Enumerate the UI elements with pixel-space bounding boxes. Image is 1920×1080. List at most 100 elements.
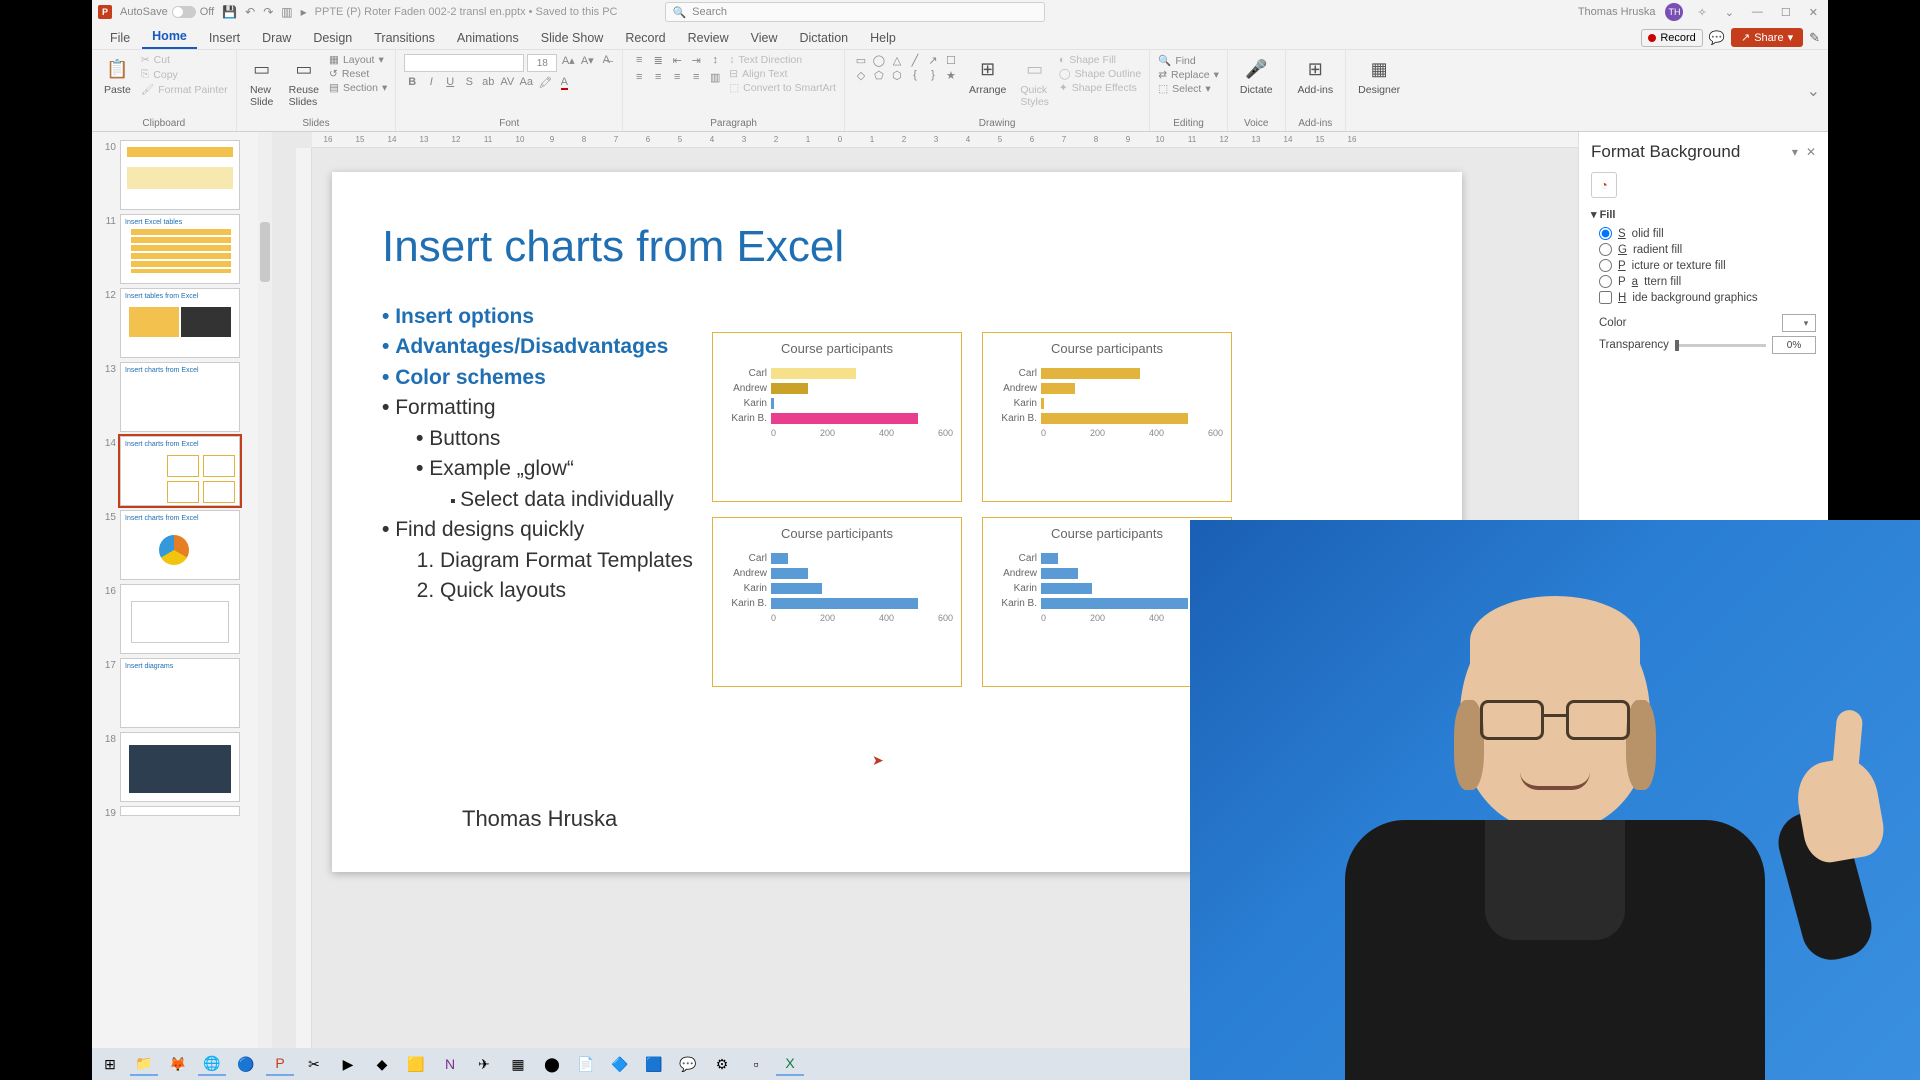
thumbnail-18[interactable] xyxy=(120,732,240,802)
thumbnail-10[interactable] xyxy=(120,140,240,210)
align-left-button[interactable]: ≡ xyxy=(631,71,647,84)
picture-fill-radio[interactable]: Picture or texture fill xyxy=(1599,259,1816,272)
coming-soon-icon[interactable]: ✧ xyxy=(1693,6,1710,19)
thumbnail-11[interactable]: Insert Excel tables xyxy=(120,214,240,284)
decrease-font-icon[interactable]: A▾ xyxy=(579,54,595,72)
justify-button[interactable]: ≡ xyxy=(688,71,704,84)
numbering-button[interactable]: ≣ xyxy=(650,54,666,67)
shapes-gallery[interactable]: ▭◯△╱↗☐ ◇⬠⬡{}★ xyxy=(853,54,959,82)
tab-transitions[interactable]: Transitions xyxy=(364,27,445,49)
dictate-button[interactable]: 🎤Dictate xyxy=(1236,54,1277,98)
highlight-button[interactable]: 🖍 xyxy=(537,76,553,89)
thumbnail-15[interactable]: Insert charts from Excel xyxy=(120,510,240,580)
indent-dec-button[interactable]: ⇤ xyxy=(669,54,685,67)
taskbar-app7-icon[interactable]: ▫ xyxy=(742,1052,770,1076)
clear-format-icon[interactable]: A̶ xyxy=(598,54,614,72)
text-direction-button[interactable]: ↕ Text Direction xyxy=(729,54,836,66)
thumbnail-scrollbar[interactable] xyxy=(258,132,272,1058)
autosave-toggle[interactable]: AutoSave Off xyxy=(120,6,214,18)
mode-icon[interactable]: ✎ xyxy=(1809,30,1820,46)
panel-close-icon[interactable]: ✕ xyxy=(1806,145,1816,159)
smartart-button[interactable]: ⬚ Convert to SmartArt xyxy=(729,82,836,94)
transparency-value[interactable]: 0% xyxy=(1772,336,1816,354)
taskbar-app1-icon[interactable]: ◆ xyxy=(368,1052,396,1076)
gradient-fill-radio[interactable]: Gradient fill xyxy=(1599,243,1816,256)
slide-title[interactable]: Insert charts from Excel xyxy=(382,222,844,272)
underline-button[interactable]: U xyxy=(442,76,458,89)
bullets-button[interactable]: ≡ xyxy=(631,54,647,67)
start-button[interactable]: ⊞ xyxy=(96,1052,124,1076)
tab-review[interactable]: Review xyxy=(678,27,739,49)
tab-help[interactable]: Help xyxy=(860,27,906,49)
columns-button[interactable]: ▥ xyxy=(707,71,723,84)
format-painter-button[interactable]: 🖌 Format Painter xyxy=(141,83,228,96)
paste-button[interactable]: 📋Paste xyxy=(100,54,135,98)
replace-button[interactable]: ⇄ Replace ▾ xyxy=(1158,69,1219,81)
thumbnail-19[interactable] xyxy=(120,806,240,816)
indent-inc-button[interactable]: ⇥ xyxy=(688,54,704,67)
font-size-select[interactable]: 18 xyxy=(527,54,557,72)
touch-icon[interactable]: ▥ xyxy=(281,5,292,19)
find-button[interactable]: 🔍 Find xyxy=(1158,54,1219,67)
pattern-fill-radio[interactable]: Pattern fill xyxy=(1599,275,1816,288)
transparency-slider[interactable] xyxy=(1675,344,1766,347)
tab-design[interactable]: Design xyxy=(303,27,362,49)
select-button[interactable]: ⬚ Select ▾ xyxy=(1158,83,1219,95)
tab-view[interactable]: View xyxy=(741,27,788,49)
color-picker[interactable] xyxy=(1782,314,1816,332)
taskbar-telegram-icon[interactable]: ✈ xyxy=(470,1052,498,1076)
align-center-button[interactable]: ≡ xyxy=(650,71,666,84)
copy-button[interactable]: ⎘ Copy xyxy=(141,68,228,81)
taskbar-vlc-icon[interactable]: ▶ xyxy=(334,1052,362,1076)
thumbnail-16[interactable] xyxy=(120,584,240,654)
thumbnail-17[interactable]: Insert diagrams xyxy=(120,658,240,728)
slide-content[interactable]: Insert options Advantages/Disadvantages … xyxy=(382,302,693,606)
line-spacing-button[interactable]: ↕ xyxy=(707,54,723,67)
tab-animations[interactable]: Animations xyxy=(447,27,529,49)
bold-button[interactable]: B xyxy=(404,76,420,89)
tab-file[interactable]: File xyxy=(100,27,140,49)
reuse-slides-button[interactable]: ▭Reuse Slides xyxy=(285,54,323,110)
shape-fill-button[interactable]: ◐ Shape Fill xyxy=(1059,54,1141,66)
taskbar-explorer-icon[interactable]: 📁 xyxy=(130,1052,158,1076)
save-icon[interactable]: 💾 xyxy=(222,5,237,19)
chart-2[interactable]: Course participantsCarlAndrewKarinKarin … xyxy=(982,332,1232,502)
tab-dictation[interactable]: Dictation xyxy=(789,27,858,49)
tab-record[interactable]: Record xyxy=(615,27,675,49)
tab-insert[interactable]: Insert xyxy=(199,27,250,49)
section-button[interactable]: ▤ Section ▾ xyxy=(329,82,387,94)
tab-home[interactable]: Home xyxy=(142,25,197,49)
align-right-button[interactable]: ≡ xyxy=(669,71,685,84)
taskbar-app4-icon[interactable]: 🔷 xyxy=(606,1052,634,1076)
italic-button[interactable]: I xyxy=(423,76,439,89)
arrange-button[interactable]: ⊞Arrange xyxy=(965,54,1010,98)
taskbar-app3-icon[interactable]: ▦ xyxy=(504,1052,532,1076)
redo-icon[interactable]: ↷ xyxy=(263,5,273,19)
search-box[interactable]: 🔍 Search xyxy=(665,2,1045,22)
toggle-switch[interactable] xyxy=(172,6,196,18)
designer-button[interactable]: ▦Designer xyxy=(1354,54,1404,98)
taskbar-whatsapp-icon[interactable]: 💬 xyxy=(674,1052,702,1076)
new-slide-button[interactable]: ▭New Slide xyxy=(245,54,279,110)
collapse-ribbon-icon[interactable]: ⌄ xyxy=(1807,81,1828,101)
taskbar-chrome-icon[interactable]: 🌐 xyxy=(198,1052,226,1076)
taskbar-snip-icon[interactable]: ✂ xyxy=(300,1052,328,1076)
increase-font-icon[interactable]: A▴ xyxy=(560,54,576,72)
shape-outline-button[interactable]: ◯ Shape Outline xyxy=(1059,68,1141,80)
start-icon[interactable]: ▸ xyxy=(301,5,307,19)
record-button[interactable]: Record xyxy=(1641,29,1702,47)
close-icon[interactable]: ✕ xyxy=(1805,6,1822,19)
undo-icon[interactable]: ↶ xyxy=(245,5,255,19)
share-button[interactable]: ↗Share▾ xyxy=(1731,28,1803,47)
tab-slideshow[interactable]: Slide Show xyxy=(531,27,614,49)
maximize-icon[interactable]: ☐ xyxy=(1777,6,1795,19)
chart-1[interactable]: Course participantsCarlAndrewKarinKarin … xyxy=(712,332,962,502)
chart-3[interactable]: Course participantsCarlAndrewKarinKarin … xyxy=(712,517,962,687)
taskbar-app6-icon[interactable]: ⚙ xyxy=(708,1052,736,1076)
quick-styles-button[interactable]: ▭Quick Styles xyxy=(1016,54,1053,110)
shadow-button[interactable]: ab xyxy=(480,76,496,89)
taskbar-app5-icon[interactable]: 🟦 xyxy=(640,1052,668,1076)
panel-options-icon[interactable]: ▾ xyxy=(1792,145,1798,159)
taskbar-firefox-icon[interactable]: 🦊 xyxy=(164,1052,192,1076)
strike-button[interactable]: S xyxy=(461,76,477,89)
